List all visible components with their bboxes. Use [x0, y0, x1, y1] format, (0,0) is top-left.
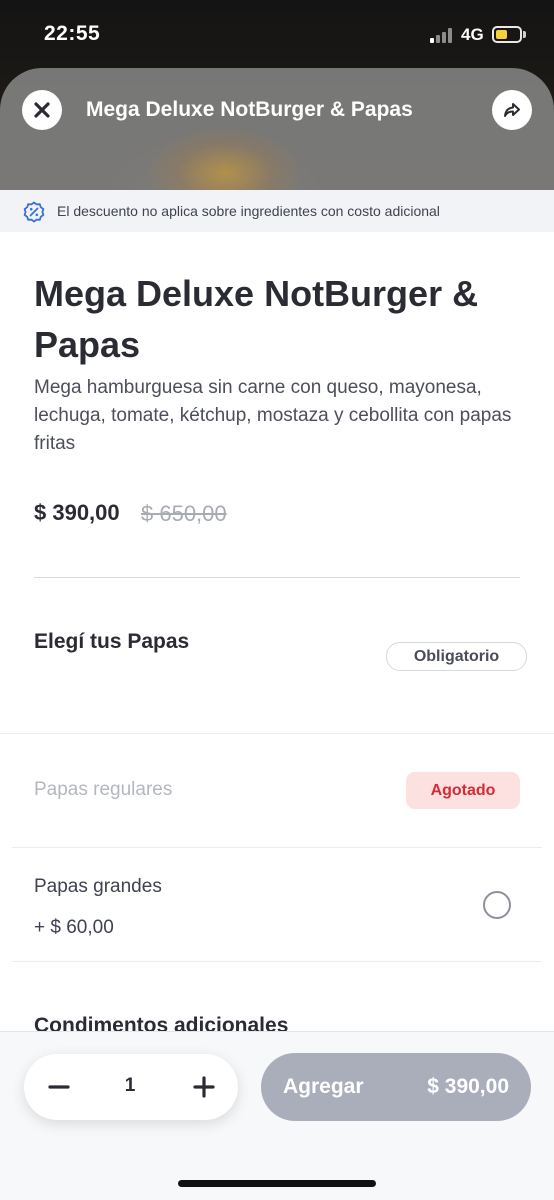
battery-level	[496, 30, 507, 39]
add-button-label: Agregar	[283, 1075, 364, 1098]
product-old-price: $ 650,00	[141, 501, 227, 526]
required-badge: Obligatorio	[386, 642, 527, 671]
status-time: 22:55	[44, 22, 101, 45]
hero-image: 22:55 4G Mega Deluxe NotBurger & Papas	[0, 0, 554, 190]
product-title: Mega Deluxe NotBurger & Papas	[34, 273, 479, 365]
option-large-fries-price: + $ 60,00	[34, 917, 114, 938]
section-title-condiments: Condimentos adicionales	[34, 1014, 289, 1031]
increase-quantity-button[interactable]	[191, 1074, 217, 1100]
network-type: 4G	[461, 25, 484, 44]
bottom-bar: 1 Agregar $ 390,00	[0, 1031, 554, 1200]
battery-icon	[492, 26, 522, 43]
discount-notice: El descuento no aplica sobre ingrediente…	[0, 190, 554, 232]
decrease-quantity-button[interactable]	[46, 1074, 72, 1100]
share-button[interactable]	[492, 90, 532, 130]
quantity-value: 1	[124, 1075, 136, 1096]
close-button[interactable]	[22, 90, 62, 130]
home-indicator[interactable]	[178, 1180, 376, 1187]
quantity-stepper: 1	[24, 1054, 238, 1120]
divider	[12, 847, 542, 848]
option-large-fries-label[interactable]: Papas grandes	[34, 876, 162, 898]
add-to-cart-button[interactable]: Agregar $ 390,00	[261, 1053, 531, 1121]
product-image-glow	[150, 128, 300, 190]
add-button-price: $ 390,00	[427, 1075, 509, 1098]
status-bar: 22:55 4G	[0, 0, 554, 66]
product-price: $ 390,00	[34, 500, 120, 525]
divider	[34, 577, 520, 578]
battery-tip	[523, 31, 526, 38]
share-icon	[504, 103, 520, 117]
product-description: Mega hamburguesa sin carne con queso, ma…	[34, 377, 512, 454]
divider	[0, 733, 554, 734]
discount-badge-icon	[23, 201, 45, 223]
signal-icon	[430, 27, 454, 43]
nav-title: Mega Deluxe NotBurger & Papas	[86, 98, 413, 121]
minus-icon	[48, 1085, 70, 1089]
option-regular-fries-label: Papas regulares	[34, 779, 173, 800]
sold-out-badge: Agotado	[406, 772, 520, 809]
option-large-fries-radio[interactable]	[483, 891, 511, 919]
discount-notice-text: El descuento no aplica sobre ingrediente…	[57, 203, 440, 219]
section-title-fries: Elegí tus Papas	[34, 630, 190, 653]
nav-bar: Mega Deluxe NotBurger & Papas	[0, 68, 554, 190]
close-icon	[34, 102, 50, 118]
divider	[12, 961, 542, 962]
plus-icon	[193, 1076, 215, 1098]
